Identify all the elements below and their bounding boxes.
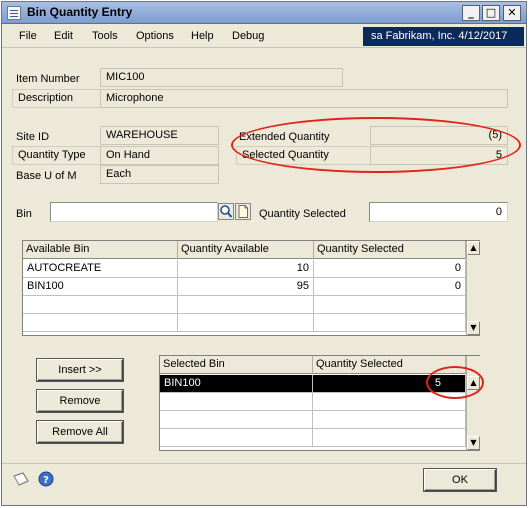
item-number-label: Item Number <box>16 73 80 85</box>
title-bar[interactable]: Bin Quantity Entry _ □ ✕ <box>2 2 526 24</box>
available-bins-table: Available Bin Quantity Available Quantit… <box>22 240 480 336</box>
empty-row[interactable] <box>314 296 466 314</box>
menu-edit[interactable]: Edit <box>54 30 73 42</box>
empty-row[interactable] <box>160 411 313 429</box>
empty-row[interactable] <box>160 429 313 447</box>
bin-label: Bin <box>16 208 32 220</box>
menu-file[interactable]: File <box>19 30 37 42</box>
bin-quantity-entry-window: Bin Quantity Entry _ □ ✕ File Edit Tools… <box>1 1 527 506</box>
base-uom-value: Each <box>100 165 219 184</box>
minimize-button[interactable]: _ <box>462 5 480 21</box>
maximize-button[interactable]: □ <box>482 5 500 21</box>
new-document-icon[interactable] <box>235 203 251 220</box>
remove-all-button[interactable]: Remove All <box>37 421 123 443</box>
column-header-quantity-available[interactable]: Quantity Available <box>178 241 314 259</box>
item-number-value: MIC100 <box>100 68 343 87</box>
base-uom-label: Base U of M <box>16 170 77 182</box>
menu-help[interactable]: Help <box>191 30 214 42</box>
company-date-banner: sa Fabrikam, Inc. 4/12/2017 <box>363 27 524 46</box>
description-label-box: Description <box>12 89 102 108</box>
available-bins-scrollbar[interactable]: ▲ ▼ <box>466 241 480 335</box>
column-header-quantity-selected[interactable]: Quantity Selected <box>314 241 466 259</box>
empty-row[interactable] <box>314 314 466 332</box>
window-icon <box>7 6 21 20</box>
menu-tools[interactable]: Tools <box>92 30 118 42</box>
insert-button[interactable]: Insert >> <box>37 359 123 381</box>
selected-quantity-annotation <box>426 366 484 399</box>
help-icon[interactable]: ? <box>38 471 54 487</box>
table-row-available-bin[interactable]: AUTOCREATE <box>23 260 178 278</box>
menu-debug[interactable]: Debug <box>232 30 264 42</box>
empty-row[interactable] <box>313 429 466 447</box>
lookup-magnifier-icon[interactable] <box>218 203 234 220</box>
site-id-value: WAREHOUSE <box>100 126 219 145</box>
quantity-selected-input[interactable]: 0 <box>369 202 508 222</box>
quantity-type-label: Quantity Type <box>18 149 86 161</box>
scroll-down-arrow-icon[interactable]: ▼ <box>467 321 480 335</box>
selected-table-row-bin[interactable]: BIN100 <box>160 375 313 393</box>
table-row-quantity-available[interactable]: 10 <box>178 260 314 278</box>
close-button[interactable]: ✕ <box>503 5 521 21</box>
site-id-label: Site ID <box>16 131 50 143</box>
window-title: Bin Quantity Entry <box>27 5 133 19</box>
table-row-quantity-selected[interactable]: 0 <box>314 278 466 296</box>
status-divider <box>2 463 526 464</box>
scroll-up-arrow-icon[interactable]: ▲ <box>467 241 480 255</box>
empty-row[interactable] <box>313 411 466 429</box>
column-header-available-bin[interactable]: Available Bin <box>23 241 178 259</box>
empty-row[interactable] <box>178 314 314 332</box>
quantity-highlight-annotation <box>231 117 521 173</box>
quantity-type-label-box: Quantity Type <box>12 146 102 165</box>
column-header-selected-bin[interactable]: Selected Bin <box>160 356 313 374</box>
empty-row[interactable] <box>178 296 314 314</box>
empty-row[interactable] <box>160 393 313 411</box>
ok-button[interactable]: OK <box>424 469 496 491</box>
selected-bins-table: Selected Bin Quantity Selected BIN100 5 … <box>159 355 480 451</box>
menu-bar: File Edit Tools Options Help Debug sa Fa… <box>2 25 526 48</box>
quantity-selected-label: Quantity Selected <box>259 208 346 220</box>
scroll-down-arrow-icon[interactable]: ▼ <box>467 436 480 450</box>
quantity-type-value: On Hand <box>100 146 219 165</box>
empty-row[interactable] <box>23 314 178 332</box>
remove-button[interactable]: Remove <box>37 390 123 412</box>
table-row-available-bin[interactable]: BIN100 <box>23 278 178 296</box>
empty-row[interactable] <box>23 296 178 314</box>
menu-options[interactable]: Options <box>136 30 174 42</box>
note-icon[interactable] <box>12 471 30 487</box>
table-row-quantity-selected[interactable]: 0 <box>314 260 466 278</box>
description-value: Microphone <box>100 89 508 108</box>
svg-text:?: ? <box>43 475 49 486</box>
table-row-quantity-available[interactable]: 95 <box>178 278 314 296</box>
bin-input[interactable] <box>50 202 218 222</box>
description-label: Description <box>18 92 74 104</box>
